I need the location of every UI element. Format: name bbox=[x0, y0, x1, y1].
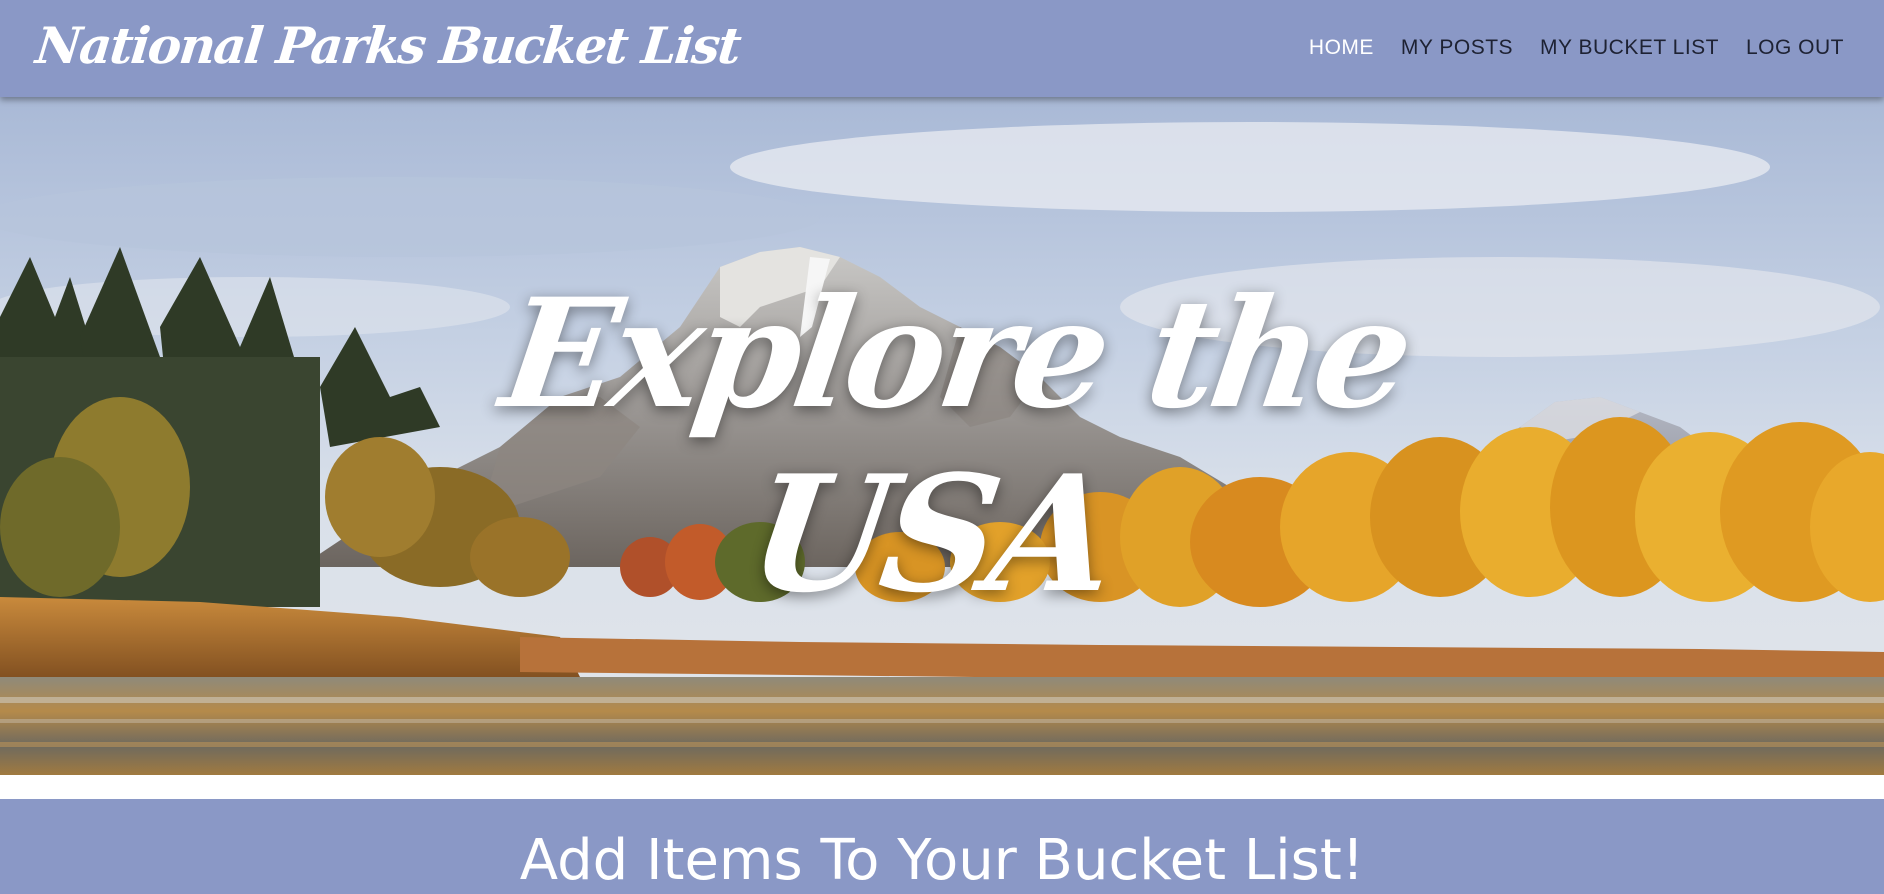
nav-links: HOME MY POSTS MY BUCKET LIST LOG OUT bbox=[1282, 35, 1844, 61]
hero-banner: Explore the USA bbox=[0, 97, 1884, 775]
nav-link-home[interactable]: HOME bbox=[1309, 35, 1374, 61]
nav-link-my-bucket-list[interactable]: MY BUCKET LIST bbox=[1540, 35, 1719, 61]
nav-link-log-out[interactable]: LOG OUT bbox=[1746, 35, 1844, 61]
brand-logo[interactable]: National Parks Bucket List bbox=[33, 14, 743, 78]
hero-title: Explore the USA bbox=[0, 266, 1884, 628]
hero-title-line1: Explore the bbox=[492, 266, 1418, 442]
section-heading: Add Items To Your Bucket List! bbox=[519, 828, 1365, 893]
add-items-section: Add Items To Your Bucket List! bbox=[0, 799, 1884, 894]
navbar: National Parks Bucket List HOME MY POSTS… bbox=[0, 0, 1884, 97]
nav-link-my-posts[interactable]: MY POSTS bbox=[1401, 35, 1513, 61]
hero-title-line2: USA bbox=[738, 440, 1121, 628]
